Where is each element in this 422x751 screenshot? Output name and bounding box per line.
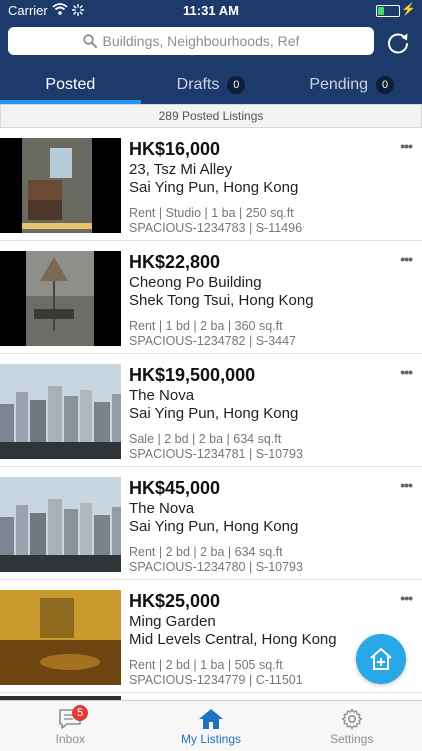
listing-area: Sai Ying Pun, Hong Kong [129,518,299,535]
nav-inbox[interactable]: Inbox 5 [0,701,141,751]
add-home-icon [370,648,392,670]
listing-details: Rent | Studio | 1 ba | 250 sq.ft [129,206,294,220]
tab-label: Pending [309,76,369,93]
unread-badge: 5 [72,705,88,721]
listing-photo [0,251,121,346]
refresh-icon[interactable] [385,30,411,56]
search-placeholder: Buildings, Neighbourhoods, Ref [102,33,300,49]
listing-refs: SPACIOUS-1234779 | C-11501 [129,673,303,687]
battery-icon [376,5,400,17]
listing-price: HK$22,800 [129,252,221,272]
more-options-icon[interactable]: ••• [400,477,413,493]
charging-icon: ⚡ [401,2,416,16]
listing-building: The Nova [129,387,195,404]
listing-building: Cheong Po Building [129,274,262,291]
nav-label: My Listings [180,732,242,746]
listing-area: Sai Ying Pun, Hong Kong [129,179,299,196]
add-listing-button[interactable] [356,634,406,684]
listings-count: 289 Posted Listings [0,104,422,128]
listing-refs: SPACIOUS-1234780 | S-10793 [129,560,303,574]
listing-row[interactable]: HK$19,500,000 The Nova Sai Ying Pun, Hon… [0,354,422,467]
bottom-tab-bar: Inbox 5 My Listings Settings [0,700,422,751]
listing-list: HK$16,000 23, Tsz Mi Alley Sai Ying Pun,… [0,128,422,693]
listing-details: Rent | 1 bd | 2 ba | 360 sq.ft [129,319,283,333]
listing-details: Rent | 2 bd | 1 ba | 505 sq.ft [129,658,283,672]
listing-area: Sai Ying Pun, Hong Kong [129,405,299,422]
nav-settings[interactable]: Settings [281,701,422,751]
nav-my-listings[interactable]: My Listings [141,701,282,751]
nav-label: Settings [330,732,374,746]
count-badge: 0 [376,76,395,94]
listing-photo [0,138,121,233]
listing-building: Ming Garden [129,613,216,630]
listing-building: The Nova [129,500,195,517]
home-icon [199,709,223,729]
listing-row[interactable]: HK$25,000 Ming Garden Mid Levels Central… [0,580,422,693]
listing-price: HK$16,000 [129,139,221,159]
listing-price: HK$25,000 [129,591,221,611]
listing-refs: SPACIOUS-1234782 | S-3447 [129,334,296,348]
status-bar: Carrier 11:31 AM ⚡ [0,0,422,22]
gear-icon [341,708,362,730]
listing-row[interactable]: HK$45,000 The Nova Sai Ying Pun, Hong Ko… [0,467,422,580]
clock: 11:31 AM [183,3,239,18]
header: Carrier 11:31 AM ⚡ Buildings, Neighbourh… [0,0,422,104]
listing-row[interactable]: HK$22,800 Cheong Po Building Shek Tong T… [0,241,422,354]
listing-refs: SPACIOUS-1234783 | S-11496 [129,221,303,235]
listing-refs: SPACIOUS-1234781 | S-10793 [129,447,303,461]
tab-drafts[interactable]: Drafts 0 [141,66,282,104]
nav-label: Inbox [55,732,86,746]
listing-area: Mid Levels Central, Hong Kong [129,631,337,648]
listing-photo [0,590,121,685]
listing-details: Rent | 2 bd | 2 ba | 634 sq.ft [129,545,283,559]
listing-row[interactable]: HK$16,000 23, Tsz Mi Alley Sai Ying Pun,… [0,128,422,241]
tab-posted[interactable]: Posted [0,66,141,104]
more-options-icon[interactable]: ••• [400,251,413,267]
more-options-icon[interactable]: ••• [400,364,413,380]
listing-building: 23, Tsz Mi Alley [129,161,233,178]
more-options-icon[interactable]: ••• [400,590,413,606]
count-badge: 0 [227,76,246,94]
listing-tabs: Posted Drafts 0 Pending 0 [0,66,422,104]
listing-photo [0,477,121,572]
listing-photo [0,364,121,459]
more-options-icon[interactable]: ••• [400,138,413,154]
tab-label: Posted [45,76,96,93]
listing-details: Sale | 2 bd | 2 ba | 634 sq.ft [129,432,282,446]
listing-price: HK$19,500,000 [129,365,256,385]
listing-price: HK$45,000 [129,478,221,498]
listing-area: Shek Tong Tsui, Hong Kong [129,292,314,309]
search-icon [82,34,97,48]
search-input[interactable]: Buildings, Neighbourhoods, Ref [8,27,374,55]
tab-pending[interactable]: Pending 0 [281,66,422,104]
tab-label: Drafts [176,76,220,93]
